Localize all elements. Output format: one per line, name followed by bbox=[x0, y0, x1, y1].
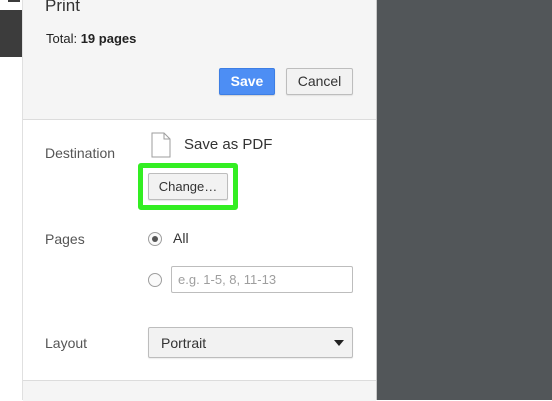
layout-select-value: Portrait bbox=[161, 335, 207, 351]
pages-range-input[interactable] bbox=[171, 266, 353, 293]
pages-all-radio[interactable] bbox=[148, 232, 162, 246]
destination-label: Destination bbox=[45, 145, 116, 161]
print-preview-area bbox=[377, 0, 552, 400]
file-icon bbox=[151, 132, 171, 158]
pages-all-label[interactable]: All bbox=[173, 230, 189, 246]
dialog-bottom-section bbox=[23, 380, 376, 401]
chevron-down-icon bbox=[334, 340, 344, 346]
total-label: Total: bbox=[46, 31, 78, 46]
layout-label: Layout bbox=[45, 335, 88, 351]
total-pages: Total: 19 pages bbox=[46, 31, 136, 46]
background-page-mark bbox=[8, 0, 20, 2]
pages-label: Pages bbox=[45, 231, 85, 247]
destination-value: Save as PDF bbox=[184, 136, 273, 153]
background-page-bar bbox=[0, 10, 22, 57]
pages-custom-radio[interactable] bbox=[148, 273, 162, 287]
dialog-title: Print bbox=[45, 0, 80, 15]
save-button[interactable]: Save bbox=[219, 68, 275, 95]
background-page bbox=[0, 0, 22, 400]
print-dialog: Print Total: 19 pages Save Cancel Destin… bbox=[22, 0, 377, 401]
total-value: 19 pages bbox=[80, 31, 137, 46]
change-destination-button[interactable]: Change… bbox=[148, 173, 228, 200]
layout-select[interactable]: Portrait bbox=[148, 327, 353, 358]
cancel-button[interactable]: Cancel bbox=[286, 68, 353, 95]
dialog-header: Print Total: 19 pages Save Cancel bbox=[23, 0, 376, 120]
